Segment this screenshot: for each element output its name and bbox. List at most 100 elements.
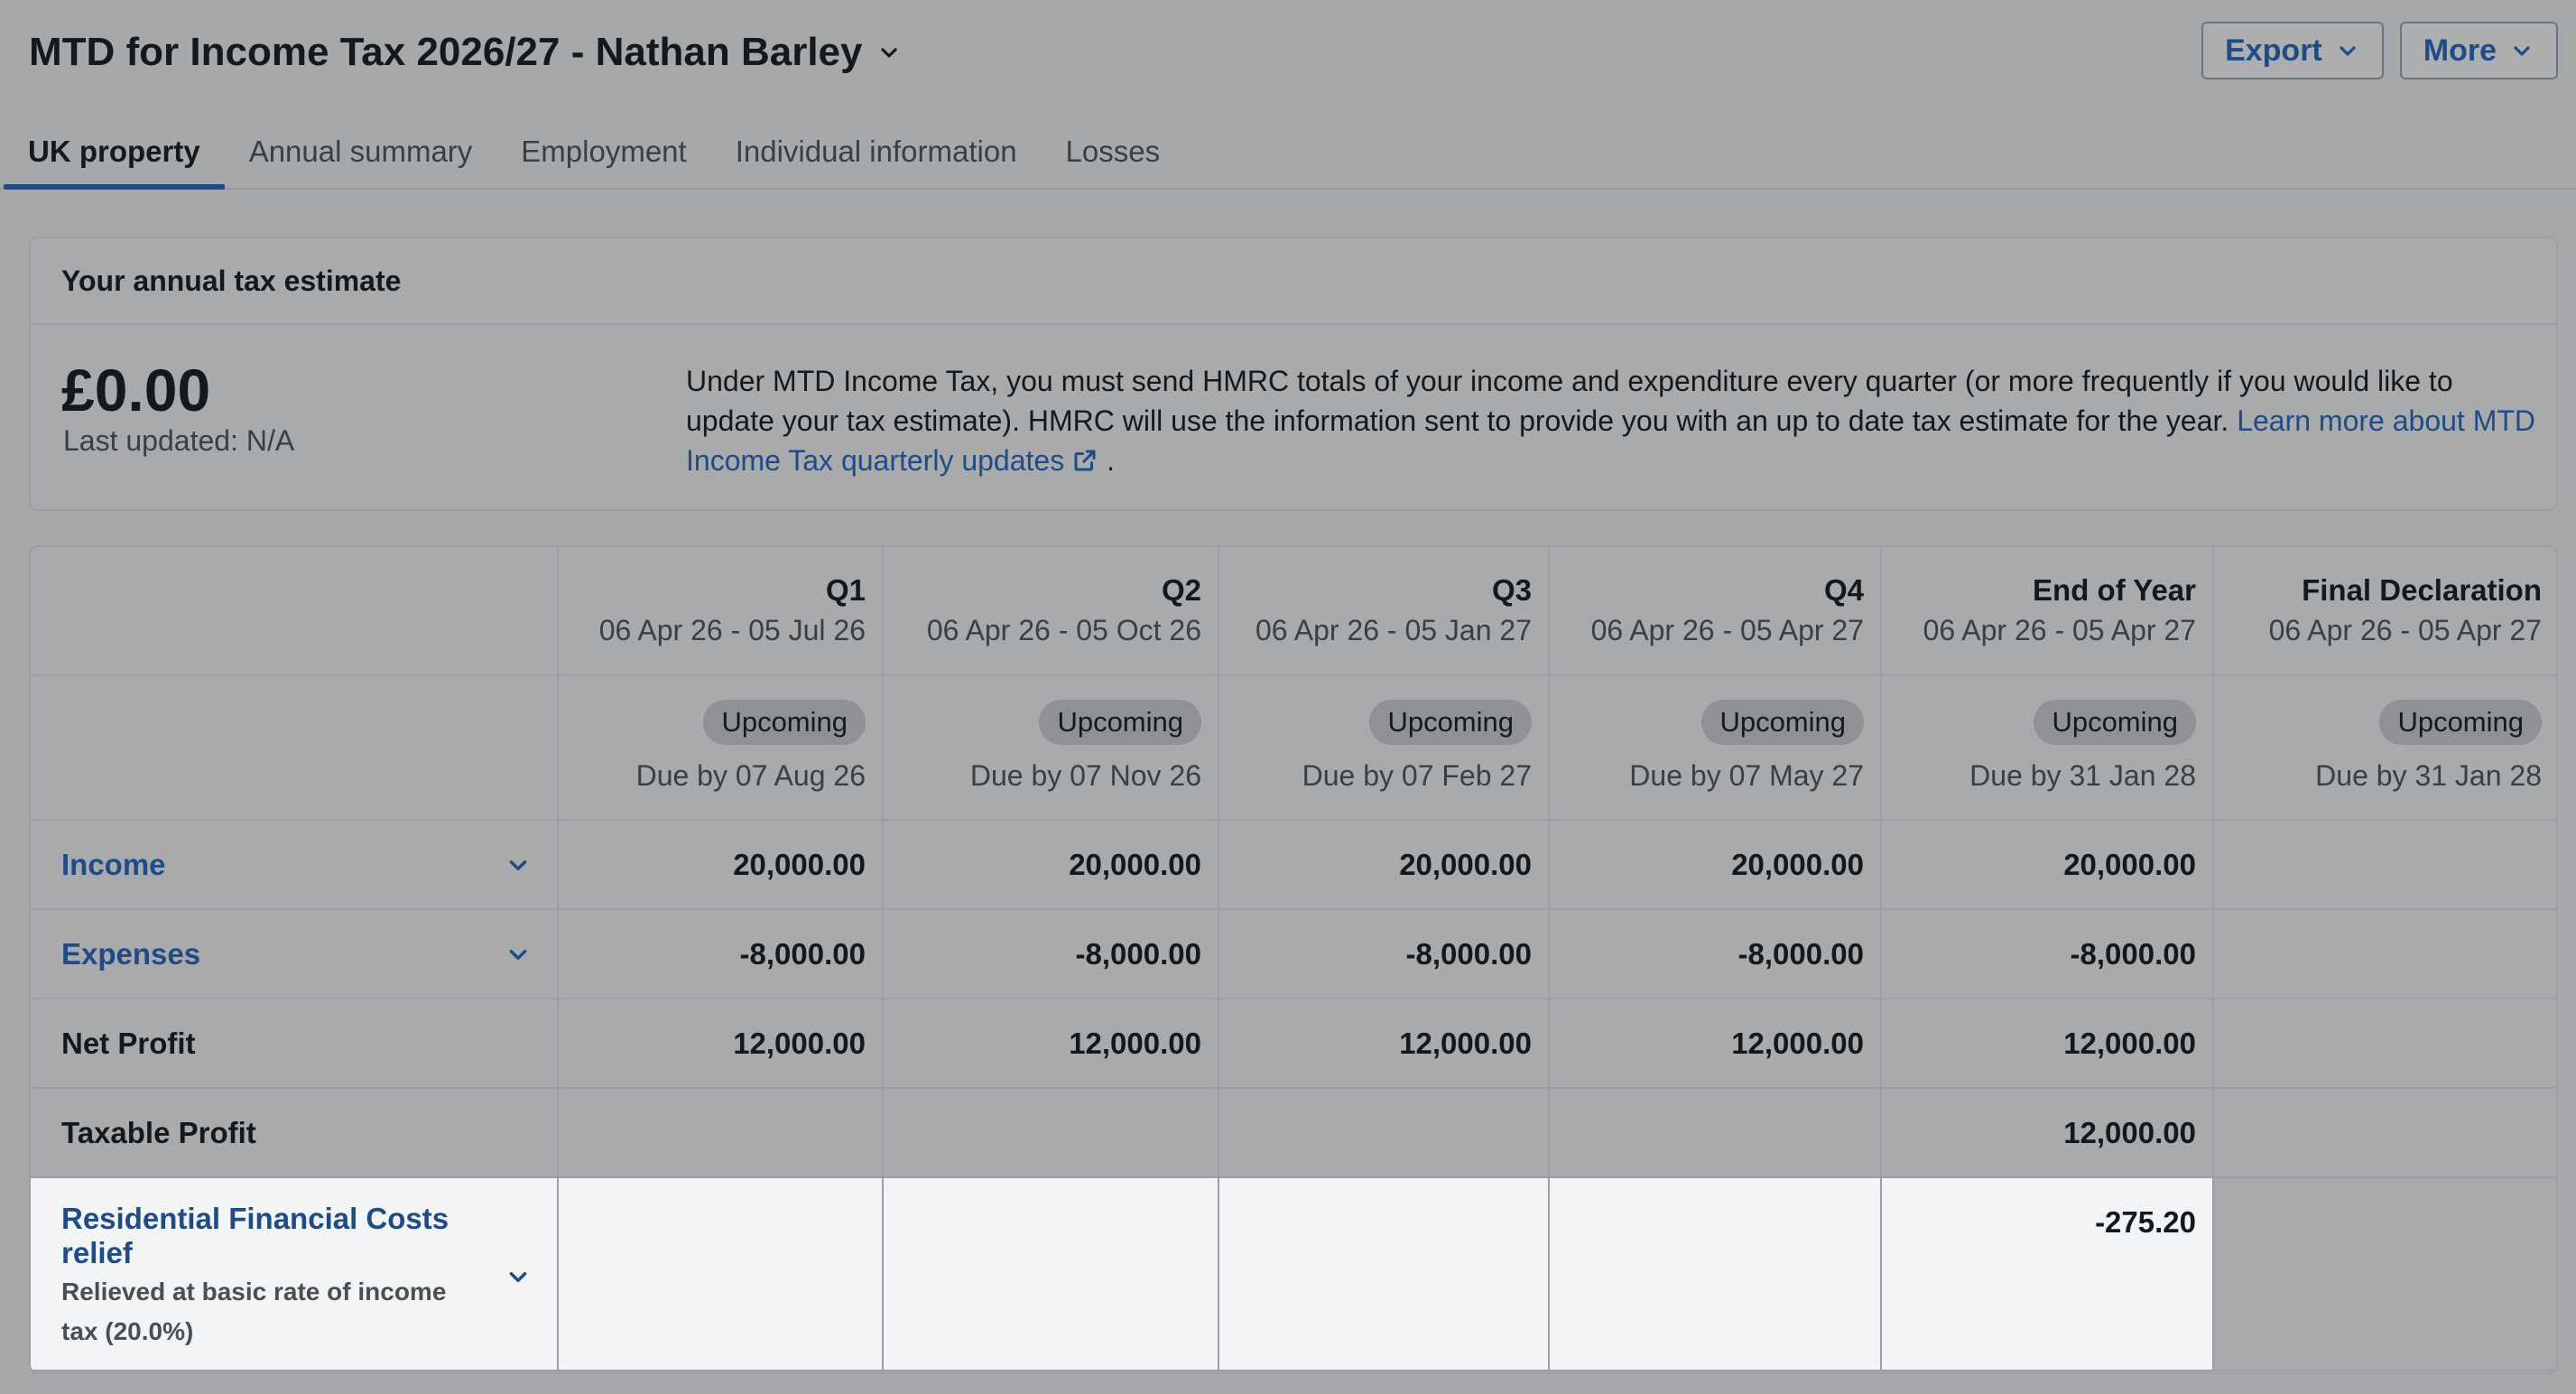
taxable-profit-end-of-year: 12,000.00 xyxy=(1881,1088,2214,1178)
status-badge: Upcoming xyxy=(1369,700,1532,745)
column-header-q1: Q1 06 Apr 26 - 05 Jul 26 xyxy=(558,547,884,676)
due-date: Due by 07 Nov 26 xyxy=(969,759,1201,792)
period-range: 06 Apr 26 - 05 Apr 27 xyxy=(1590,614,1864,646)
status-row: Upcoming Due by 07 Aug 26 Upcoming Due by … xyxy=(31,675,2556,821)
mtd-info-text: Under MTD Income Tax, you must send HMRC… xyxy=(686,361,2545,480)
income-q1: 20,000.00 xyxy=(558,820,884,910)
expenses-final-declaration xyxy=(2213,909,2556,999)
due-date: Due by 31 Jan 28 xyxy=(1969,759,2196,792)
taxable-profit-label: Taxable Profit xyxy=(31,1088,559,1178)
period-range: 06 Apr 26 - 05 Jan 27 xyxy=(1256,614,1532,646)
net-profit-end-of-year: 12,000.00 xyxy=(1881,999,2214,1089)
column-header-end-of-year: End of Year 06 Apr 26 - 05 Apr 27 xyxy=(1881,547,2214,676)
tab-annual-summary[interactable]: Annual summary xyxy=(225,116,497,188)
status-cell: Upcoming Due by 07 Aug 26 xyxy=(558,675,884,821)
external-link-icon xyxy=(1074,450,1096,471)
period-name: End of Year xyxy=(2033,573,2196,607)
period-name: Q2 xyxy=(1161,573,1201,607)
tax-estimate-amount: £0.00 xyxy=(61,357,211,423)
page-title: MTD for Income Tax 2026/27 - Nathan Barl… xyxy=(29,30,863,74)
header-empty-cell xyxy=(31,547,559,676)
income-end-of-year: 20,000.00 xyxy=(1881,820,2214,910)
due-date: Due by 31 Jan 28 xyxy=(2315,759,2542,792)
period-name: Q1 xyxy=(825,573,866,607)
tab-individual-information[interactable]: Individual information xyxy=(711,116,1042,188)
tax-estimate-heading: Your annual tax estimate xyxy=(31,238,2556,325)
taxable-profit-q2 xyxy=(883,1088,1219,1178)
export-button[interactable]: Export xyxy=(2201,22,2384,79)
expenses-q4: -8,000.00 xyxy=(1549,909,1882,999)
table-row-taxable-profit: Taxable Profit 12,000.00 xyxy=(31,1088,2556,1178)
due-date: Due by 07 Aug 26 xyxy=(635,759,866,792)
period-name: Q4 xyxy=(1823,573,1864,607)
table-header-row: Q1 06 Apr 26 - 05 Jul 26 Q2 06 Apr 26 - 05… xyxy=(31,547,2556,676)
net-profit-q4: 12,000.00 xyxy=(1549,999,1882,1089)
header-actions: Export More xyxy=(2201,22,2558,79)
period-range: 06 Apr 26 - 05 Oct 26 xyxy=(926,614,1201,646)
due-date: Due by 07 May 27 xyxy=(1629,759,1864,792)
income-final-declaration xyxy=(2213,820,2556,910)
column-header-final-declaration: Final Declaration 06 Apr 26 - 05 Apr 27 xyxy=(2213,547,2556,676)
expenses-toggle[interactable]: Expenses xyxy=(31,909,559,999)
tab-losses[interactable]: Losses xyxy=(1042,116,1185,188)
status-cell: Upcoming Due by 31 Jan 28 xyxy=(2213,675,2556,821)
last-updated-text: Last updated: N/A xyxy=(63,424,295,457)
rfc-q2 xyxy=(883,1177,1219,1371)
property-summary-table: Q1 06 Apr 26 - 05 Jul 26 Q2 06 Apr 26 - 05… xyxy=(29,545,2558,1374)
tab-employment[interactable]: Employment xyxy=(496,116,710,188)
taxable-profit-q1 xyxy=(558,1088,884,1178)
income-label[interactable]: Income xyxy=(61,848,166,882)
income-q3: 20,000.00 xyxy=(1219,820,1550,910)
rfc-q3 xyxy=(1219,1177,1550,1371)
chevron-down-icon[interactable] xyxy=(878,42,900,63)
status-cell: Upcoming Due by 07 Nov 26 xyxy=(883,675,1219,821)
status-cell: Upcoming Due by 31 Jan 28 xyxy=(1881,675,2214,821)
table-row-residential-financial-costs: Residential Financial Costs relief Relie… xyxy=(31,1177,2556,1371)
table-row-income: Income 20,000.00 20,000.00 20,000.00 20,… xyxy=(31,820,2556,910)
taxable-profit-q4 xyxy=(1549,1088,1882,1178)
rfc-label[interactable]: Residential Financial Costs relief xyxy=(61,1202,459,1270)
rfc-final-declaration xyxy=(2213,1177,2556,1371)
period-range: 06 Apr 26 - 05 Jul 26 xyxy=(598,614,866,646)
mtd-info-body: Under MTD Income Tax, you must send HMRC… xyxy=(686,365,2453,437)
period-name: Q3 xyxy=(1491,573,1532,607)
expenses-end-of-year: -8,000.00 xyxy=(1881,909,2214,999)
net-profit-label: Net Profit xyxy=(31,999,559,1089)
more-button-label: More xyxy=(2423,33,2497,68)
rfc-sublabel: Relieved at basic rate of income tax (20… xyxy=(61,1278,447,1345)
chevron-down-icon[interactable] xyxy=(506,1265,530,1288)
expenses-label[interactable]: Expenses xyxy=(61,937,200,971)
due-date: Due by 07 Feb 27 xyxy=(1302,759,1532,792)
income-toggle[interactable]: Income xyxy=(31,820,559,910)
tab-bar: UK property Annual summary Employment In… xyxy=(0,116,2576,190)
rfc-q1 xyxy=(558,1177,884,1371)
chevron-down-icon[interactable] xyxy=(506,943,530,966)
status-cell: Upcoming Due by 07 May 27 xyxy=(1549,675,1882,821)
table-row-expenses: Expenses -8,000.00 -8,000.00 -8,000.00 -… xyxy=(31,909,2556,999)
rfc-q4 xyxy=(1549,1177,1882,1371)
income-q2: 20,000.00 xyxy=(883,820,1219,910)
status-badge: Upcoming xyxy=(2034,700,2196,745)
rfc-end-of-year: -275.20 xyxy=(1881,1177,2214,1371)
rfc-toggle[interactable]: Residential Financial Costs relief Relie… xyxy=(31,1177,559,1371)
period-range: 06 Apr 26 - 05 Apr 27 xyxy=(1923,614,2196,646)
status-badge: Upcoming xyxy=(1701,700,1864,745)
page-title-row[interactable]: MTD for Income Tax 2026/27 - Nathan Barl… xyxy=(29,25,900,79)
status-cell: Upcoming Due by 07 Feb 27 xyxy=(1219,675,1550,821)
expenses-q1: -8,000.00 xyxy=(558,909,884,999)
taxable-profit-q3 xyxy=(1219,1088,1550,1178)
net-profit-q2: 12,000.00 xyxy=(883,999,1219,1089)
period-name: Final Declaration xyxy=(2302,573,2542,607)
chevron-down-icon xyxy=(2514,46,2530,56)
expenses-q3: -8,000.00 xyxy=(1219,909,1550,999)
net-profit-q3: 12,000.00 xyxy=(1219,999,1550,1089)
chevron-down-icon[interactable] xyxy=(506,853,530,877)
tab-uk-property[interactable]: UK property xyxy=(4,116,225,190)
table-row-net-profit: Net Profit 12,000.00 12,000.00 12,000.00… xyxy=(31,999,2556,1089)
taxable-profit-final-declaration xyxy=(2213,1088,2556,1178)
mtd-info-end: . xyxy=(1107,444,1115,477)
status-badge: Upcoming xyxy=(1039,700,1201,745)
status-badge: Upcoming xyxy=(2379,700,2542,745)
column-header-q4: Q4 06 Apr 26 - 05 Apr 27 xyxy=(1549,547,1882,676)
more-button[interactable]: More xyxy=(2399,22,2558,79)
